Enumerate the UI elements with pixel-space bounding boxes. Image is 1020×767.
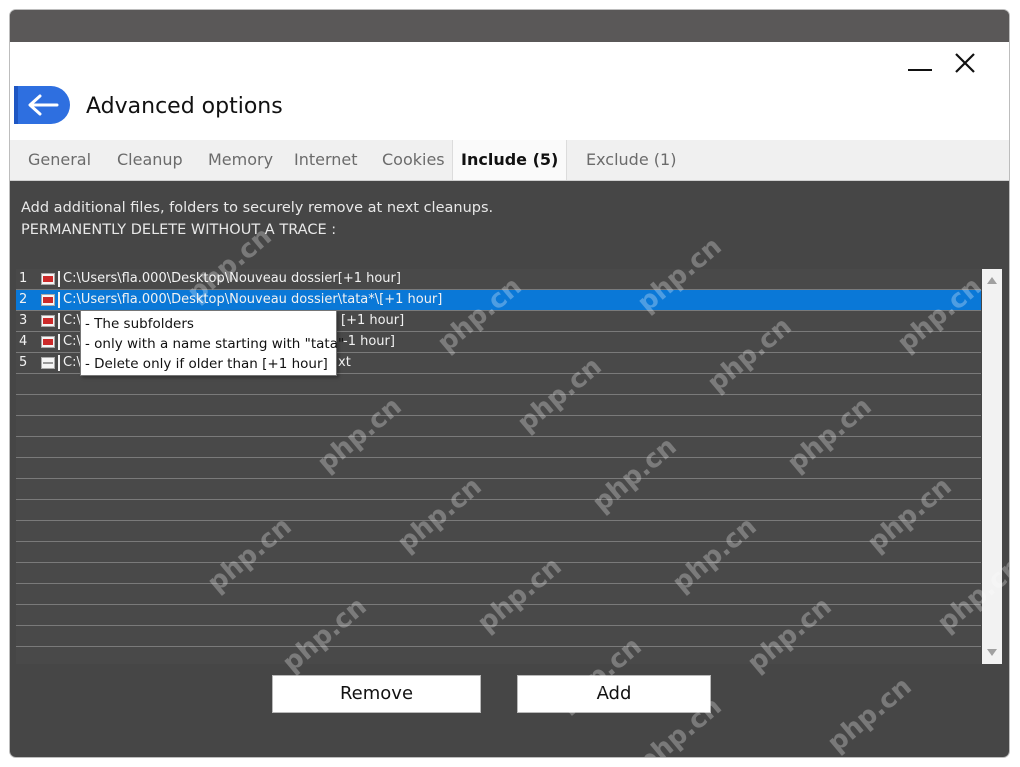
tooltip-line-1: - The subfolders [85,316,194,332]
description-line-2: PERMANENTLY DELETE WITHOUT A TRACE : [21,222,337,238]
item-number: 4 [19,334,28,349]
scroll-down-icon[interactable] [987,649,997,656]
description: Add additional files, folders to securel… [21,197,493,241]
item-path-suffix: xt [338,355,351,370]
file-icon [41,357,55,369]
item-number: 1 [19,271,28,286]
item-separator [58,271,60,287]
list-item[interactable]: 1 C:\Users\fla.000\Desktop\Nouveau dossi… [16,269,981,290]
tab-cookies[interactable]: Cookies [382,140,445,180]
tab-memory[interactable]: Memory [208,140,273,180]
back-button[interactable] [14,86,70,124]
item-path: C:\ [63,313,81,328]
item-path-suffix: [+1 hour] [341,313,405,328]
header: Advanced options [10,42,1009,150]
scroll-up-icon[interactable] [987,277,997,284]
page-title: Advanced options [86,94,283,119]
item-number: 5 [19,355,28,370]
item-path-suffix: -1 hour] [343,334,395,349]
item-path: C:\Users\fla.000\Desktop\Nouveau dossier… [63,271,401,286]
item-separator [58,313,60,329]
title-bar[interactable] [10,10,1009,42]
minimize-icon[interactable] [898,50,938,76]
folder-icon [41,315,55,327]
add-button[interactable]: Add [517,675,711,713]
description-line-1: Add additional files, folders to securel… [21,200,494,216]
empty-row [16,584,981,605]
item-path: C:\ [63,334,81,349]
item-path: C:\ [63,355,81,370]
empty-row [16,479,981,500]
item-separator [58,292,60,308]
folder-icon [41,294,55,306]
tab-cleanup[interactable]: Cleanup [117,140,183,180]
tooltip-line-3: - Delete only if older than [+1 hour] [85,356,328,372]
empty-row [16,458,981,479]
empty-row [16,416,981,437]
remove-button[interactable]: Remove [272,675,481,713]
list-item-selected[interactable]: 2 C:\Users\fla.000\Desktop\Nouveau dossi… [16,290,981,311]
item-separator [58,355,60,371]
item-number: 3 [19,313,28,328]
empty-row [16,605,981,626]
arrow-left-icon [28,94,59,116]
empty-row [16,374,981,395]
tab-general[interactable]: General [28,140,91,180]
folder-icon [41,336,55,348]
empty-row [16,500,981,521]
tab-internet[interactable]: Internet [294,140,358,180]
empty-row [16,563,981,584]
tab-exclude[interactable]: Exclude (1) [586,140,676,180]
empty-row [16,521,981,542]
close-icon[interactable] [945,50,985,76]
empty-row [16,647,981,664]
empty-row [16,395,981,416]
tab-bar: General Cleanup Memory Internet Cookies … [10,140,1009,181]
list-scrollbar[interactable] [982,269,1002,664]
empty-row [16,542,981,563]
folder-icon [41,273,55,285]
watermark: php.cn [822,671,918,757]
item-number: 2 [19,292,28,307]
advanced-options-window: Advanced options General Cleanup Memory … [10,10,1009,757]
empty-row [16,437,981,458]
empty-row [16,626,981,647]
item-tooltip: - The subfolders - only with a name star… [80,310,345,376]
tooltip-line-2: - only with a name starting with "tata" [85,336,345,352]
tab-include[interactable]: Include (5) [452,140,568,180]
item-path: C:\Users\fla.000\Desktop\Nouveau dossier… [63,292,443,307]
item-separator [58,334,60,350]
